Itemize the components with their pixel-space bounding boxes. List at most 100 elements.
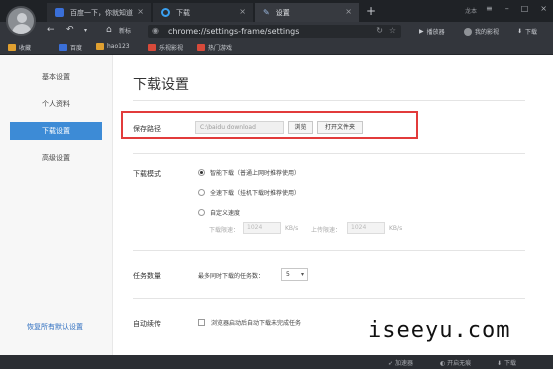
incognito-label: 开启无痕 [447,360,472,367]
bookmark-label: hao123 [107,43,130,50]
task-count-label: 任务数量 [133,272,161,280]
upload-speed-input[interactable]: 1024 [347,222,385,234]
sidebar-item-download[interactable]: 下载设置 [10,122,102,140]
wrench-icon: ✎ [263,8,270,17]
sidebar-item-profile[interactable]: 个人资料 [10,95,102,113]
close-icon[interactable]: × [239,7,246,16]
address-bar[interactable]: ◉ ↻ ☆ [148,25,401,38]
download-arrow-icon: ⬇ [497,360,503,367]
watermark: iseeyu.com [368,318,511,343]
restore-defaults-link[interactable]: 恢复所有默认设置 [27,322,83,332]
hao123-icon [96,43,104,50]
tab-title: 设置 [275,8,290,17]
player-button[interactable]: ▶ 播放器 [419,27,445,36]
tab-settings[interactable]: ✎ 设置 × [255,3,359,22]
upload-speed-label: 上传限速： [311,227,342,234]
divider [133,153,525,154]
radio-full-speed[interactable]: 全速下载（挂机下载时推荐使用） [198,188,300,197]
task-count-desc: 最多同时下载的任务数： [198,271,264,280]
accelerator-item[interactable]: ➶ 加速器 [388,358,413,367]
dropdown-icon[interactable]: ▾ [84,27,87,34]
download-status-item[interactable]: ⬇ 下载 [497,358,516,367]
bookmark-item[interactable]: hao123 [96,43,130,50]
bookmarks-bar: 收藏 百度 hao123 乐视影视 热门游戏 [0,40,553,55]
game-icon [197,44,205,51]
baidu-icon [59,44,67,51]
divider [133,298,525,299]
close-window-icon[interactable]: × [540,4,547,13]
close-icon[interactable]: × [137,7,144,16]
back-icon[interactable]: ← [47,25,55,35]
player-label: 播放器 [426,29,445,36]
download-speed-unit: KB/s [285,225,299,232]
minimize-icon[interactable]: – [505,4,509,13]
download-status-label: 下载 [503,360,516,367]
avatar[interactable] [6,6,36,36]
task-count-value: 5 [286,271,290,278]
radio-smart-download[interactable]: 智能下载（普通上网时推荐使用） [198,168,300,177]
task-count-select[interactable]: 5 ▾ [281,268,308,281]
baidu-icon [55,8,64,17]
maximize-icon[interactable]: □ [521,4,529,13]
divider [133,250,525,251]
bookmark-label: 百度 [70,45,83,52]
home-label[interactable]: 新标 [119,26,131,35]
sidebar-item-basic[interactable]: 基本设置 [10,68,102,86]
avatar-head [17,13,27,23]
auto-resume-label: 自动续传 [133,320,161,328]
incognito-item[interactable]: ◐ 开启无痕 [440,358,471,367]
bookmark-label: 热门游戏 [208,45,233,52]
download-label: 下载 [525,29,538,36]
home-icon[interactable]: ⌂ [106,25,112,35]
status-bar: ➶ 加速器 ◐ 开启无痕 ⬇ 下载 [0,355,553,369]
auto-resume-checkbox[interactable] [198,319,205,326]
rocket-icon: ➶ [388,360,394,367]
radio-icon [198,209,205,216]
sidebar-item-advanced[interactable]: 高级设置 [10,149,102,167]
radio-selected-icon [198,169,205,176]
auto-resume-checkbox-label[interactable]: 浏览器启动后自动下载未完成任务 [211,318,301,327]
save-path-field[interactable]: C:\baidu download [195,121,284,134]
folder-icon [8,44,16,51]
reload-icon[interactable]: ↻ [376,26,383,35]
bookmark-item[interactable]: 乐视影视 [148,43,183,52]
radio-label: 全速下载（挂机下载时推荐使用） [210,190,301,197]
download-button[interactable]: ⬇ 下载 [517,27,537,36]
tab-title: 下载 [176,8,190,17]
tab-title: 百度一下，你就知道 [70,8,133,17]
bookmark-item[interactable]: 百度 [59,43,82,52]
task-count-text: 最多同时下载的任务数： [198,273,265,280]
bookmark-label: 乐视影视 [159,45,184,52]
new-tab-button[interactable]: + [366,3,376,19]
close-icon[interactable]: × [345,7,352,16]
bookmark-label: 收藏 [19,45,32,52]
save-path-label: 保存路径 [133,125,161,133]
navigation-bar: ← ↶ ▾ ⌂ 新标 ◉ ↻ ☆ ▶ 播放器 我的影视 ⬇ 下载 [0,22,553,40]
play-icon: ▶ [419,28,424,35]
window-controls: ≡ – □ × [486,4,547,13]
title-bar: 百度一下，你就知道 × 下载 × ✎ 设置 × + 龙本 ≡ – □ × [0,0,553,22]
my-videos-button[interactable]: 我的影视 [464,27,499,36]
download-icon [161,8,170,17]
tab-baidu[interactable]: 百度一下，你就知道 × [47,3,151,22]
tab-downloads[interactable]: 下载 × [153,3,253,22]
window-user-label: 龙本 [465,8,478,15]
bookmark-item[interactable]: 热门游戏 [197,43,232,52]
browse-button[interactable]: 浏览 [288,121,313,134]
open-folder-button[interactable]: 打开文件夹 [317,121,363,134]
page-icon: ◉ [152,26,159,35]
download-speed-input[interactable]: 1024 [243,222,281,234]
download-mode-label: 下载模式 [133,170,161,178]
bookmark-item[interactable]: 收藏 [8,43,31,52]
chevron-down-icon: ▾ [300,271,304,278]
radio-custom-speed[interactable]: 自定义速度 [198,208,240,217]
star-icon[interactable]: ☆ [389,26,396,35]
incognito-icon: ◐ [440,360,446,367]
url-input[interactable] [168,25,368,38]
my-videos-label: 我的影视 [475,29,500,36]
menu-icon[interactable]: ≡ [486,4,493,13]
undo-icon[interactable]: ↶ [66,25,74,35]
radio-label: 智能下载（普通上网时推荐使用） [210,170,301,177]
video-icon [148,44,156,51]
radio-label: 自定义速度 [210,210,241,217]
